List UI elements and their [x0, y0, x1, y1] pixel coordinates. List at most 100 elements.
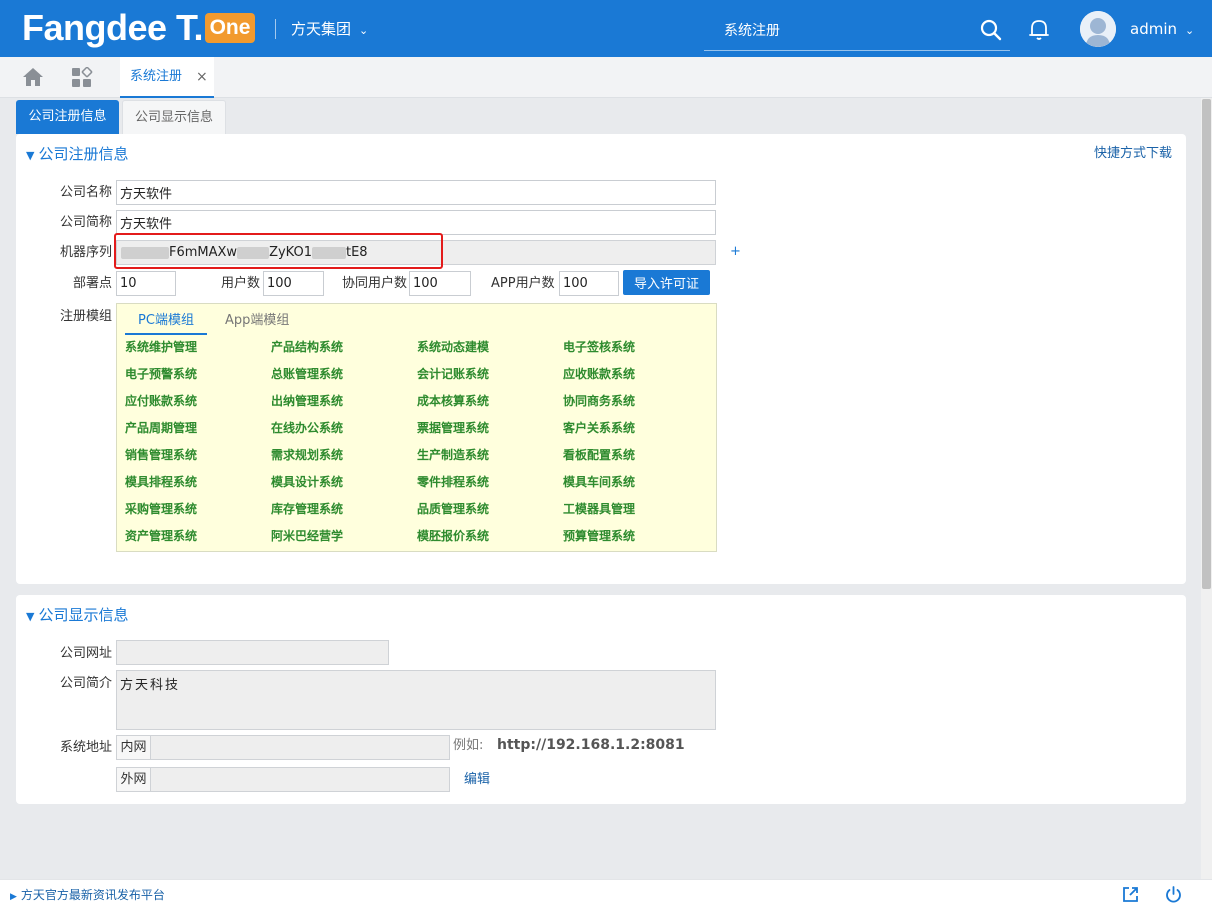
- module-item: 采购管理系统: [125, 502, 198, 516]
- collab-users-label: 协同用户数: [342, 276, 408, 291]
- apps-icon[interactable]: [71, 67, 93, 89]
- edit-link[interactable]: 编辑: [464, 772, 490, 788]
- section-title-display[interactable]: ▼ 公司显示信息: [26, 605, 128, 627]
- chevron-down-icon: ⌄: [1185, 24, 1195, 37]
- module-item: 票据管理系统: [417, 421, 490, 435]
- highlight-box: [114, 233, 443, 269]
- users-label: 用户数: [221, 276, 261, 291]
- intranet-prefix: 内网: [116, 735, 151, 760]
- website-input[interactable]: [116, 640, 389, 665]
- company-name-input[interactable]: [116, 180, 716, 205]
- module-item: 工模器具管理: [563, 502, 636, 516]
- bell-icon[interactable]: [1027, 17, 1051, 41]
- power-icon[interactable]: [1164, 885, 1183, 904]
- module-item: 出纳管理系统: [271, 394, 344, 408]
- module-item: 模胚报价系统: [417, 529, 490, 543]
- add-serial-button[interactable]: +: [730, 244, 741, 260]
- module-item: 生产制造系统: [417, 448, 490, 462]
- module-item: 预算管理系统: [563, 529, 636, 543]
- modules-label: 注册模组: [60, 309, 113, 324]
- divider: [275, 19, 276, 39]
- module-item: 库存管理系统: [271, 502, 344, 516]
- tab-company-registration[interactable]: 公司注册信息: [16, 100, 119, 134]
- export-icon[interactable]: [1121, 885, 1140, 904]
- news-link-text: 方天官方最新资讯发布平台: [20, 888, 165, 902]
- company-name: 方天集团: [291, 20, 352, 38]
- company-name-label: 公司名称: [60, 185, 113, 200]
- deploy-label: 部署点: [73, 276, 113, 291]
- scrollbar-thumb[interactable]: [1202, 99, 1211, 589]
- module-item: 系统动态建模: [417, 340, 490, 354]
- module-item: 电子签核系统: [563, 340, 636, 354]
- users-input[interactable]: [263, 271, 324, 296]
- top-bar: Fangdee T. One 方天集团 ⌄ admin ⌄: [0, 0, 1212, 57]
- app-users-input[interactable]: [559, 271, 619, 296]
- module-item: 产品结构系统: [271, 340, 344, 354]
- module-item: 模具车间系统: [563, 475, 636, 489]
- module-item: 零件排程系统: [417, 475, 490, 489]
- username: admin: [1130, 20, 1177, 38]
- registration-panel: ▼公司注册信息 快捷方式下载 公司名称 公司简称 机器序列 F6mMAXwZyK…: [16, 134, 1186, 584]
- module-item: 需求规划系统: [271, 448, 344, 462]
- collapse-triangle-icon: ▼: [26, 610, 35, 623]
- tab-bar: 系统注册 ×: [0, 57, 1212, 98]
- tab-pc-modules[interactable]: PC端模组: [125, 312, 207, 335]
- intro-label: 公司简介: [60, 676, 113, 691]
- import-license-button[interactable]: 导入许可证: [623, 270, 710, 295]
- machine-serial-label: 机器序列: [60, 245, 113, 260]
- section-title-registration[interactable]: ▼ 公司注册信息: [26, 144, 128, 166]
- search-icon[interactable]: [980, 19, 1002, 41]
- example-url: http://192.168.1.2:8081: [497, 737, 685, 753]
- website-label: 公司网址: [60, 646, 113, 661]
- company-selector[interactable]: 方天集团 ⌄: [291, 19, 368, 41]
- module-item: 产品周期管理: [125, 421, 198, 435]
- module-item: 销售管理系统: [125, 448, 198, 462]
- module-item: 应收账款系统: [563, 367, 636, 381]
- module-item: 模具排程系统: [125, 475, 198, 489]
- module-item: 阿米巴经营学: [271, 529, 344, 543]
- tab-app-modules[interactable]: App端模组: [225, 312, 289, 330]
- chevron-down-icon: ⌄: [359, 24, 369, 37]
- tab-system-registration[interactable]: 系统注册 ×: [120, 57, 214, 98]
- caret-right-icon: ▶: [10, 892, 17, 902]
- module-item: 看板配置系统: [563, 448, 636, 462]
- module-item: 模具设计系统: [271, 475, 344, 489]
- modules-box: PC端模组 App端模组 系统维护管理 产品结构系统 系统动态建模 电子签核系统 电子预…: [116, 303, 717, 552]
- module-item: 应付账款系统: [125, 394, 198, 408]
- brand-logo: Fangdee T.: [22, 7, 204, 48]
- footer: ▶ 方天官方最新资讯发布平台: [0, 879, 1212, 909]
- user-menu[interactable]: admin ⌄: [1130, 19, 1194, 41]
- home-icon[interactable]: [22, 67, 44, 87]
- search-box: [704, 10, 1010, 51]
- tab-company-display[interactable]: 公司显示信息: [122, 100, 226, 134]
- intro-textarea[interactable]: 方天科技: [116, 670, 716, 730]
- intranet-input[interactable]: [151, 735, 450, 760]
- module-item: 成本核算系统: [417, 394, 490, 408]
- address-label: 系统地址: [60, 740, 113, 755]
- avatar[interactable]: [1080, 11, 1116, 47]
- close-icon[interactable]: ×: [196, 69, 208, 85]
- section-title-text: 公司显示信息: [38, 606, 129, 624]
- module-item: 电子预警系统: [125, 367, 198, 381]
- deploy-input[interactable]: [116, 271, 176, 296]
- extranet-input[interactable]: [151, 767, 450, 792]
- module-item: 会计记账系统: [417, 367, 490, 381]
- module-item: 客户关系系统: [563, 421, 636, 435]
- extranet-prefix: 外网: [116, 767, 151, 792]
- module-item: 总账管理系统: [271, 367, 344, 381]
- search-input[interactable]: [704, 10, 964, 50]
- user-icon: [1080, 11, 1116, 47]
- collab-users-input[interactable]: [409, 271, 471, 296]
- shortcut-download-link[interactable]: 快捷方式下载: [1094, 146, 1172, 162]
- example-label: 例如:: [453, 738, 484, 753]
- news-platform-link[interactable]: ▶ 方天官方最新资讯发布平台: [10, 888, 165, 905]
- section-title-text: 公司注册信息: [38, 145, 129, 163]
- tab-label: 系统注册: [130, 69, 183, 84]
- module-item: 资产管理系统: [125, 529, 198, 543]
- module-item: 在线办公系统: [271, 421, 344, 435]
- brand-logo-badge: One: [205, 13, 255, 43]
- company-short-input[interactable]: [116, 210, 716, 235]
- collapse-triangle-icon: ▼: [26, 149, 35, 162]
- module-item: 协同商务系统: [563, 394, 636, 408]
- company-short-label: 公司简称: [60, 215, 113, 230]
